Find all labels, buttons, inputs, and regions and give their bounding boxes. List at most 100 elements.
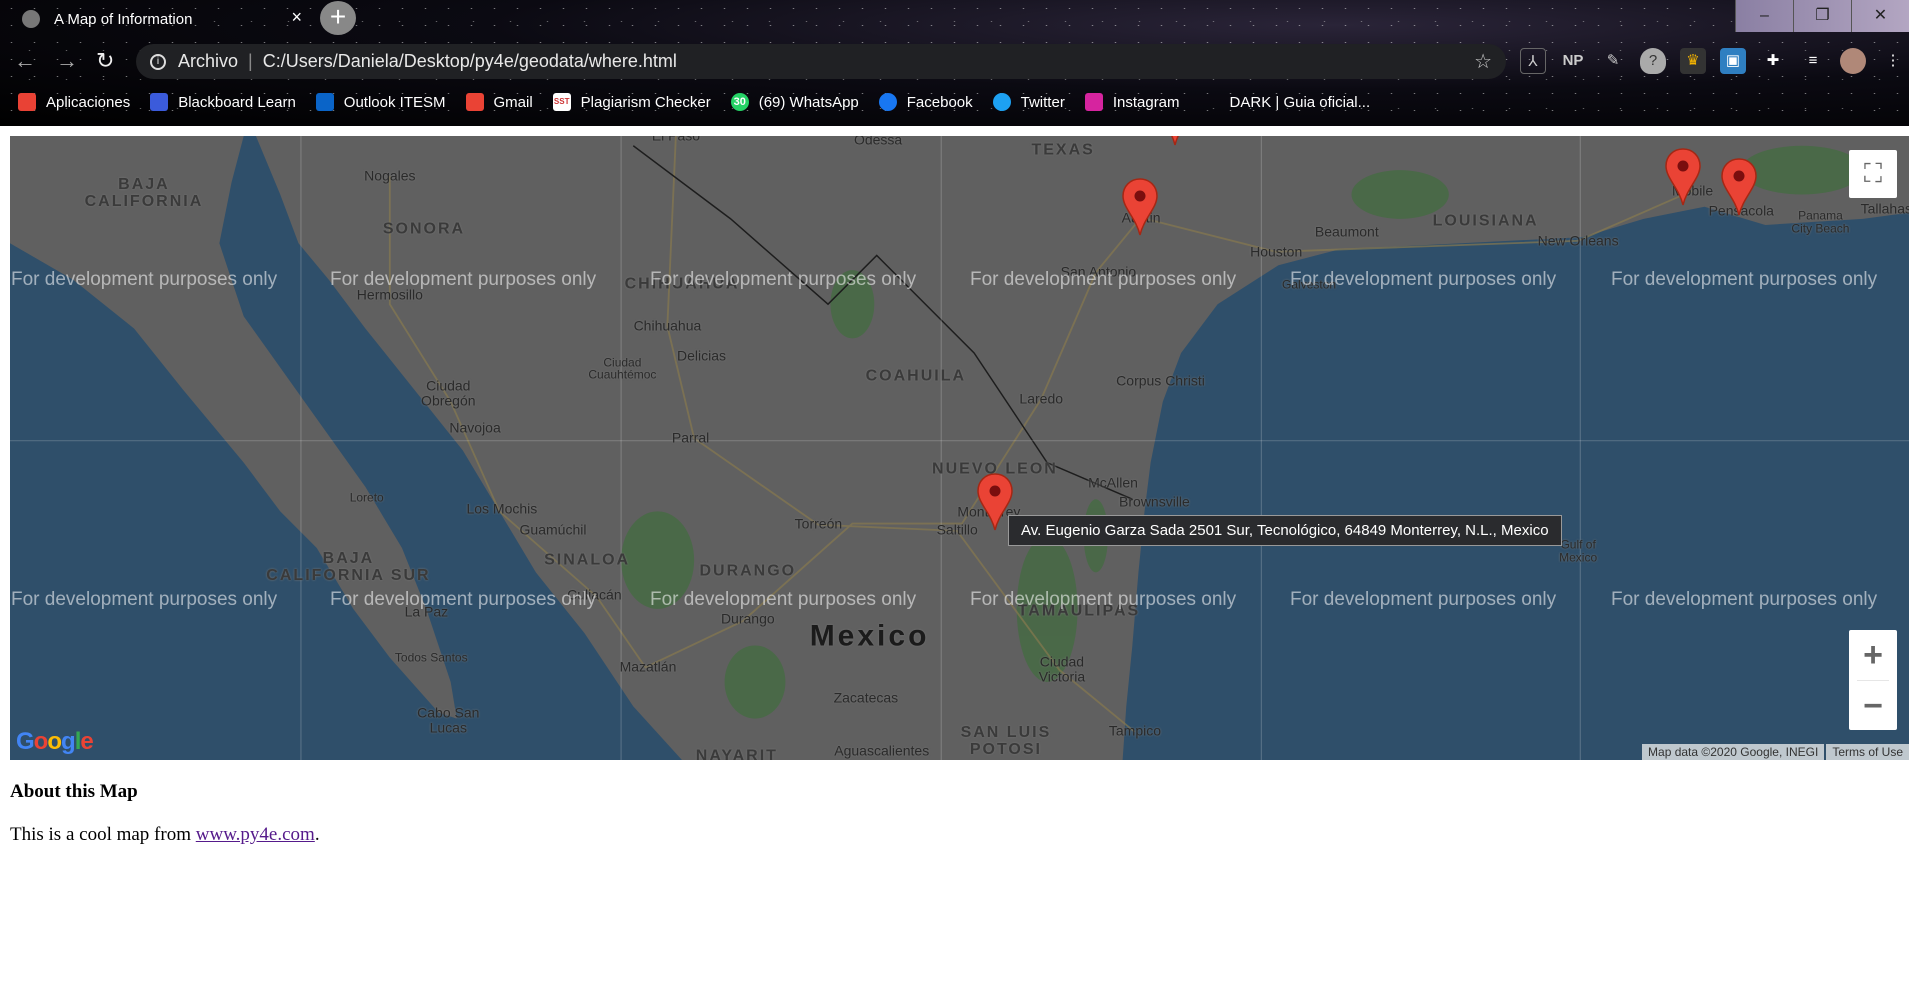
map-base [10, 136, 1909, 760]
map-label: COAHUILA [865, 367, 967, 385]
map-label: Panama City Beach [1791, 208, 1850, 236]
map-label: Durango [720, 611, 775, 627]
tab-a-map-of-information[interactable]: A Map of Information × [22, 4, 302, 34]
map-label: TEXAS [1031, 141, 1095, 159]
map-label: Zacatecas [833, 690, 899, 707]
terms-of-use-link[interactable]: Terms of Use [1826, 744, 1909, 760]
bookmark-apps-icon[interactable]: Aplicaciones [18, 93, 130, 111]
new-tab-button[interactable]: + [320, 1, 356, 35]
map-label: Mazatlán [619, 658, 677, 675]
about-text: This is a cool map from www.py4e.com. [10, 824, 320, 846]
blackboard-icon [150, 93, 169, 111]
dev-watermark: For development purposes only [650, 589, 917, 610]
dev-watermark: For development purposes only [11, 269, 278, 290]
map-data-text: Map data ©2020 Google, INEGI [1642, 744, 1825, 760]
bookmark-label: Plagiarism Checker [580, 93, 711, 111]
bookmark-label: Gmail [493, 93, 533, 111]
map-label: Brownsville [1119, 494, 1190, 511]
forward-icon[interactable]: → [56, 48, 78, 74]
bookmark-sst-icon[interactable]: SST Plagiarism Checker [552, 93, 711, 111]
map-label: Navojoa [449, 419, 501, 436]
map-label: Houston [1250, 243, 1303, 260]
map-marker-icon[interactable] [1721, 158, 1757, 216]
fullscreen-button[interactable]: ⛶ [1849, 150, 1897, 198]
zoom-in-button[interactable]: + [1849, 630, 1897, 680]
bookmark-label: Instagram [1112, 93, 1180, 111]
globe-icon [22, 10, 40, 28]
zoom-controls: + − [1849, 630, 1897, 730]
pen-icon[interactable]: ✎ [1600, 48, 1626, 74]
map-label: New Orleans [1537, 232, 1619, 249]
bookmark-instagram-icon[interactable]: Instagram [1084, 93, 1180, 111]
google-map[interactable]: BAJA CALIFORNIA SONORA Hermosillo CHIHUAHUA… [10, 136, 1909, 760]
close-tab-icon[interactable]: × [291, 7, 302, 28]
map-label: Mexico [809, 619, 930, 653]
save-icon[interactable]: ▣ [1720, 48, 1746, 74]
google-logo[interactable]: Google [16, 728, 94, 756]
bookmark-blackboard-icon[interactable]: Blackboard Learn [150, 93, 296, 111]
zoom-out-button[interactable]: − [1849, 681, 1897, 731]
bookmark-label: Twitter [1020, 93, 1065, 111]
map-label: BAJA CALIFORNIA [84, 176, 204, 211]
shield-icon[interactable]: ? [1640, 48, 1666, 74]
map-label: Beaumont [1314, 223, 1379, 240]
map-label: BAJA CALIFORNIA SUR [266, 550, 431, 585]
map-label: Saltillo [936, 522, 978, 539]
map-marker-icon[interactable] [1122, 178, 1158, 236]
np-extension-icon[interactable]: NP [1560, 48, 1586, 74]
avatar[interactable] [1840, 48, 1866, 74]
whatsapp-icon: 30 [730, 93, 749, 111]
map-label: Loreto [349, 490, 384, 505]
bookmark-label: Facebook [906, 93, 973, 111]
bookmark-facebook-icon[interactable]: Facebook [878, 93, 973, 111]
bookmark-star-icon[interactable]: ☆ [1474, 49, 1492, 74]
dev-watermark: For development purposes only [1611, 269, 1878, 290]
map-label: SINALOA [544, 551, 631, 569]
map-label: Ciudad Obregón [421, 377, 476, 408]
apps-icon [18, 93, 36, 111]
about-text-end: . [314, 824, 320, 845]
dev-watermark: For development purposes only [1290, 269, 1557, 290]
pdf-icon[interactable]: ⅄ [1520, 48, 1546, 74]
dev-watermark: For development purposes only [330, 589, 597, 610]
bookmark-gmail-icon[interactable]: Gmail [465, 93, 533, 111]
menu-icon[interactable]: ⋮ [1880, 48, 1906, 74]
info-icon[interactable]: i [150, 53, 166, 70]
map-label: Tallahass [1860, 200, 1909, 217]
map-label: Cabo San Lucas [417, 704, 480, 736]
bookmark-twitter-icon[interactable]: Twitter [992, 93, 1065, 111]
browser-chrome: A Map of Information × + – ❐ ✕ ← → ↻ i A… [0, 0, 1909, 126]
fullscreen-icon: ⛶ [1863, 158, 1883, 188]
extensions-toolbar: ⅄ NP ✎ ? ♛ ▣ ✚ ≡ ⋮ [1520, 48, 1906, 74]
crown-icon[interactable]: ♛ [1680, 48, 1706, 74]
map-label: DURANGO [699, 562, 797, 580]
reload-icon[interactable]: ↻ [96, 48, 114, 74]
bookmark-label: Blackboard Learn [178, 93, 296, 111]
map-label: SONORA [382, 220, 466, 238]
bookmark-outlook-icon[interactable]: Outlook ITESM [315, 93, 446, 111]
map-marker-icon[interactable] [1665, 148, 1701, 206]
map-label: Gulf of Mexico [1559, 537, 1598, 565]
puzzle-icon[interactable]: ✚ [1760, 48, 1786, 74]
close-window-button[interactable]: ✕ [1851, 0, 1909, 32]
maximize-button[interactable]: ❐ [1793, 0, 1851, 32]
map-marker-icon[interactable] [1157, 136, 1193, 146]
bookmarks-bar: Aplicaciones Blackboard Learn Outlook ITES… [18, 90, 1390, 114]
map-label: El Paso [652, 136, 700, 143]
divider: | [248, 51, 253, 71]
back-icon[interactable]: ← [14, 48, 36, 74]
address-bar[interactable]: i Archivo | C:/Users/Daniela/Desktop/py4… [136, 44, 1506, 79]
map-label: Ciudad Cuauhtémoc [588, 354, 657, 382]
bookmark-whatsapp-icon[interactable]: 30 (69) WhatsApp [730, 93, 859, 111]
map-label: Delicias [677, 348, 727, 365]
dim-overlay [10, 136, 1909, 760]
map-label: Corpus Christi [1116, 372, 1205, 389]
playlist-icon[interactable]: ≡ [1800, 48, 1826, 74]
twitter-icon [992, 93, 1011, 111]
minimize-button[interactable]: – [1735, 0, 1793, 32]
bookmark-dark[interactable]: DARK | Guia oficial... [1230, 94, 1371, 111]
map-attribution: Map data ©2020 Google, INEGI Terms of Us… [1640, 744, 1909, 760]
py4e-link[interactable]: www.py4e.com [196, 824, 315, 845]
map-label: Todos Santos [394, 651, 468, 665]
url-text[interactable]: C:/Users/Daniela/Desktop/py4e/geodata/wh… [263, 51, 677, 72]
